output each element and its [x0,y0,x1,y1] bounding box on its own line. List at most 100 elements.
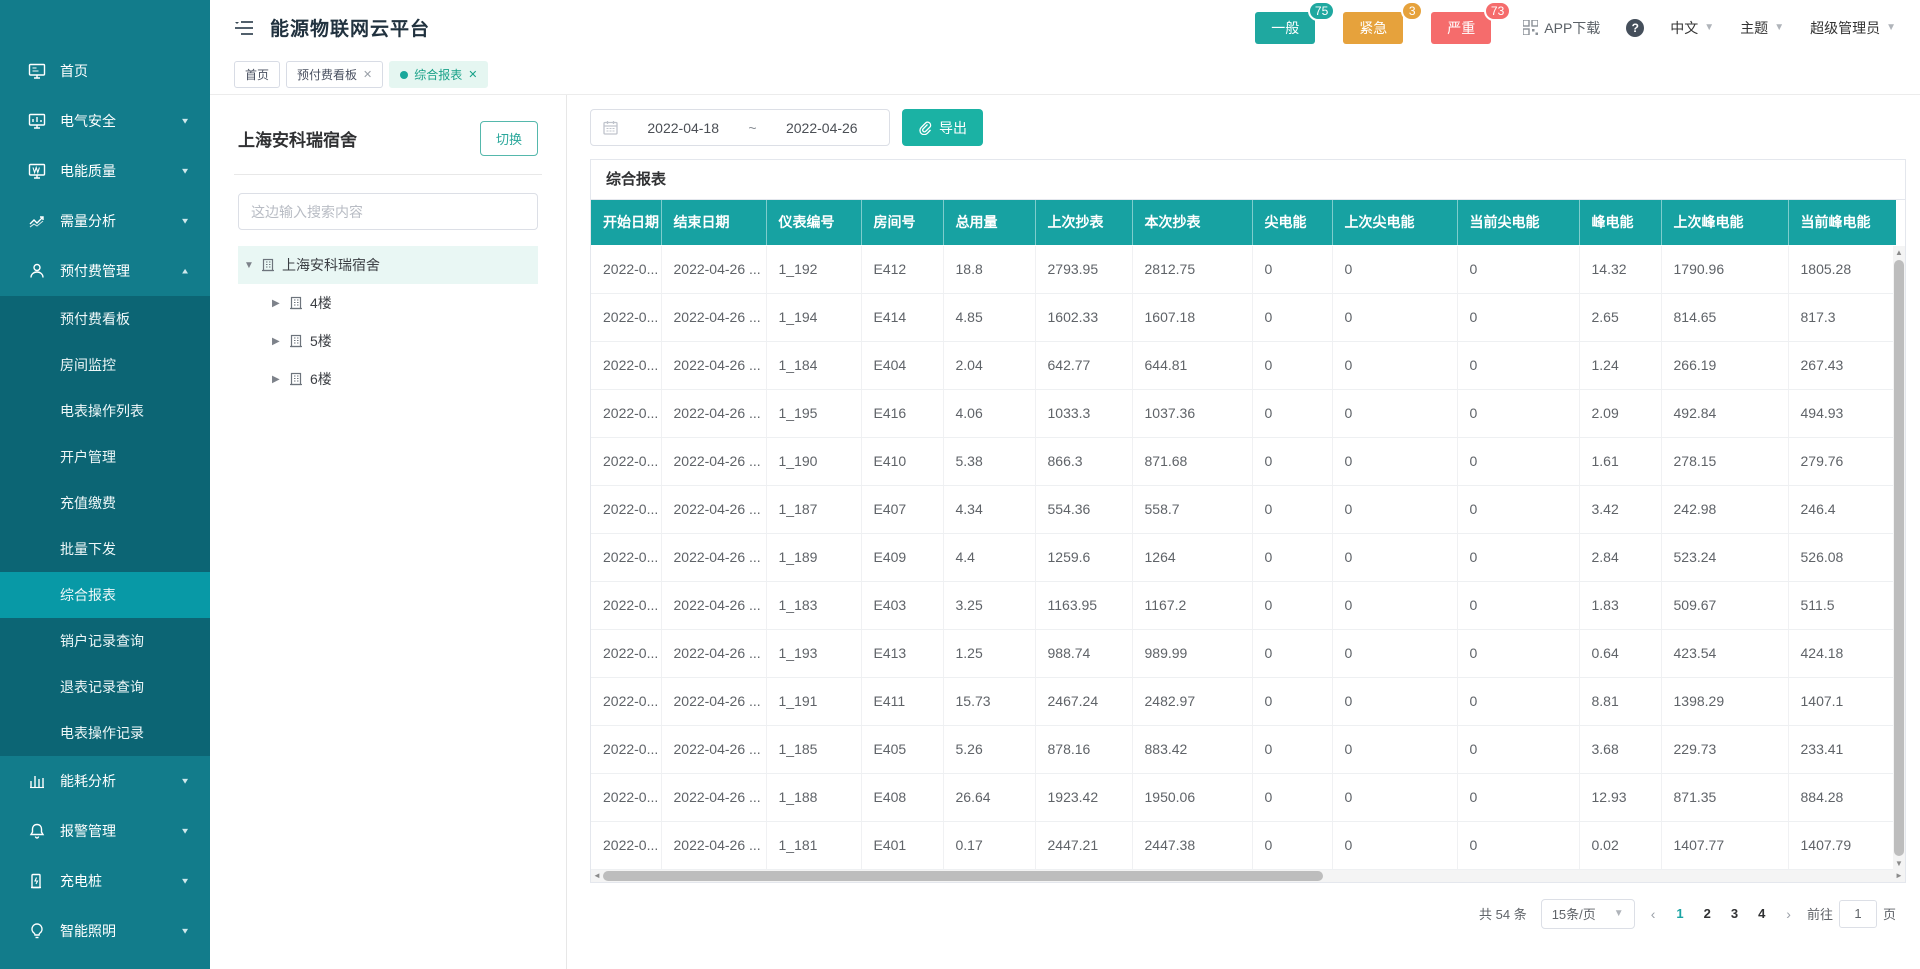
page-number[interactable]: 1 [1671,906,1688,921]
vertical-scrollbar[interactable]: ▲ ▼ [1893,246,1905,870]
menu-collapse-icon[interactable] [234,20,254,36]
table-row[interactable]: 2022-0...2022-04-26 ...1_188E40826.64192… [591,773,1896,821]
caret-right-icon[interactable]: ▶ [272,298,282,309]
page-number[interactable]: 3 [1726,906,1743,921]
tree-node-floor[interactable]: ▶6楼 [238,360,538,398]
sidebar-item-home[interactable]: 首页 [0,46,210,96]
table-cell: E416 [861,389,943,437]
table-cell: 526.08 [1788,533,1896,581]
table-cell: 1407.79 [1788,821,1896,869]
table-cell: E405 [861,725,943,773]
theme-selector[interactable]: 主题 ▼ [1740,18,1784,38]
table-row[interactable]: 2022-0...2022-04-26 ...1_191E41115.73246… [591,677,1896,725]
horizontal-scrollbar[interactable]: ◄ ► [591,870,1905,882]
table-cell: 2022-0... [591,245,661,293]
scroll-left-icon[interactable]: ◄ [591,870,603,882]
table-cell: 2022-0... [591,389,661,437]
table-row[interactable]: 2022-0...2022-04-26 ...1_190E4105.38866.… [591,437,1896,485]
sidebar-item-electrical-safety[interactable]: 电气安全 ▼ [0,96,210,146]
sidebar-item-energy-analysis[interactable]: 能耗分析 ▼ [0,756,210,806]
page-number[interactable]: 4 [1753,906,1770,921]
caret-down-icon[interactable]: ▼ [244,260,254,271]
building-title: 上海安科瑞宿舍 [238,126,357,151]
table-cell: 1.24 [1579,341,1661,389]
help-icon[interactable]: ? [1626,19,1644,37]
table-row[interactable]: 2022-0...2022-04-26 ...1_195E4164.061033… [591,389,1896,437]
table-row[interactable]: 2022-0...2022-04-26 ...1_185E4055.26878.… [591,725,1896,773]
tab-label: 综合报表 [414,66,462,83]
next-page-icon[interactable]: › [1784,906,1793,922]
column-header: 开始日期 [591,200,661,245]
close-icon[interactable]: ✕ [468,68,477,81]
sidebar-item-label: 报警管理 [60,821,180,841]
table-row[interactable]: 2022-0...2022-04-26 ...1_184E4042.04642.… [591,341,1896,389]
page-number[interactable]: 2 [1699,906,1716,921]
caret-right-icon[interactable]: ▶ [272,336,282,347]
table-cell: 1923.42 [1035,773,1132,821]
prev-page-icon[interactable]: ‹ [1649,906,1658,922]
alarm-badge[interactable]: 一般75 [1255,12,1315,44]
app-download-label: APP下载 [1544,18,1600,38]
language-selector[interactable]: 中文 ▼ [1670,18,1714,38]
table-cell: 0.17 [943,821,1035,869]
sidebar-subitem[interactable]: 批量下发 [0,526,210,572]
sidebar-subitem[interactable]: 综合报表 [0,572,210,618]
chevron-down-icon: ▼ [180,167,190,176]
tree-node-root[interactable]: ▼ 上海安科瑞宿舍 [238,246,538,284]
switch-building-button[interactable]: 切换 [480,121,538,156]
sidebar-item-charging-pile[interactable]: 充电桩 ▼ [0,856,210,906]
sidebar-item-prepaid-management[interactable]: 预付费管理 ▲ [0,246,210,296]
bell-icon [28,822,46,840]
export-button[interactable]: 导出 [902,109,983,146]
sidebar-item-demand-analysis[interactable]: 需量分析 ▼ [0,196,210,246]
user-menu[interactable]: 超级管理员 ▼ [1810,18,1896,38]
sidebar-subitem[interactable]: 开户管理 [0,434,210,480]
vertical-scroll-thumb[interactable] [1894,260,1904,856]
alarm-badge[interactable]: 紧急3 [1343,12,1403,44]
table-row[interactable]: 2022-0...2022-04-26 ...1_189E4094.41259.… [591,533,1896,581]
sidebar-item-alarm-management[interactable]: 报警管理 ▼ [0,806,210,856]
horizontal-scroll-thumb[interactable] [603,871,1323,881]
tree-node-floor[interactable]: ▶5楼 [238,322,538,360]
energy-analysis-icon [28,772,46,790]
tree-search-input[interactable] [238,193,538,230]
table-row[interactable]: 2022-0...2022-04-26 ...1_192E41218.82793… [591,245,1896,293]
table-row[interactable]: 2022-0...2022-04-26 ...1_193E4131.25988.… [591,629,1896,677]
table-row[interactable]: 2022-0...2022-04-26 ...1_187E4074.34554.… [591,485,1896,533]
table-row[interactable]: 2022-0...2022-04-26 ...1_181E4010.172447… [591,821,1896,869]
date-range-picker[interactable]: 2022-04-18 ~ 2022-04-26 [590,109,890,146]
table-cell: E401 [861,821,943,869]
table-cell: 279.76 [1788,437,1896,485]
sidebar-subitem[interactable]: 房间监控 [0,342,210,388]
app-download-link[interactable]: APP下载 [1523,18,1600,38]
tab-prepaid-dashboard[interactable]: 预付费看板 ✕ [286,61,383,88]
date-end-value[interactable]: 2022-04-26 [767,120,877,136]
sidebar-subitem[interactable]: 退表记录查询 [0,664,210,710]
close-icon[interactable]: ✕ [363,68,372,81]
tab-comprehensive-report[interactable]: 综合报表 ✕ [389,61,488,88]
qr-code-icon [1523,20,1538,35]
alarm-badge[interactable]: 严重73 [1431,12,1491,44]
table-row[interactable]: 2022-0...2022-04-26 ...1_194E4144.851602… [591,293,1896,341]
page-size-select[interactable]: 15条/页 ▼ [1541,899,1635,929]
sidebar-subitem[interactable]: 电表操作列表 [0,388,210,434]
caret-right-icon[interactable]: ▶ [272,374,282,385]
sidebar-item-smart-lighting[interactable]: 智能照明 ▼ [0,906,210,956]
sidebar-subitem[interactable]: 充值缴费 [0,480,210,526]
table-row[interactable]: 2022-0...2022-04-26 ...1_183E4033.251163… [591,581,1896,629]
sidebar-subitem[interactable]: 预付费看板 [0,296,210,342]
sidebar-item-label: 智能照明 [60,921,180,941]
scroll-up-icon[interactable]: ▲ [1893,246,1905,258]
table-cell: 0 [1332,245,1457,293]
tree-node-label: 上海安科瑞宿舍 [282,255,380,275]
date-start-value[interactable]: 2022-04-18 [628,120,738,136]
sidebar-item-power-quality[interactable]: 电能质量 ▼ [0,146,210,196]
scroll-down-icon[interactable]: ▼ [1893,858,1905,870]
scroll-right-icon[interactable]: ► [1893,870,1905,882]
tab-home[interactable]: 首页 [234,61,280,88]
sidebar-item-label: 预付费管理 [60,261,180,281]
sidebar-subitem[interactable]: 销户记录查询 [0,618,210,664]
sidebar-subitem[interactable]: 电表操作记录 [0,710,210,756]
goto-page-input[interactable] [1839,900,1877,928]
tree-node-floor[interactable]: ▶4楼 [238,284,538,322]
